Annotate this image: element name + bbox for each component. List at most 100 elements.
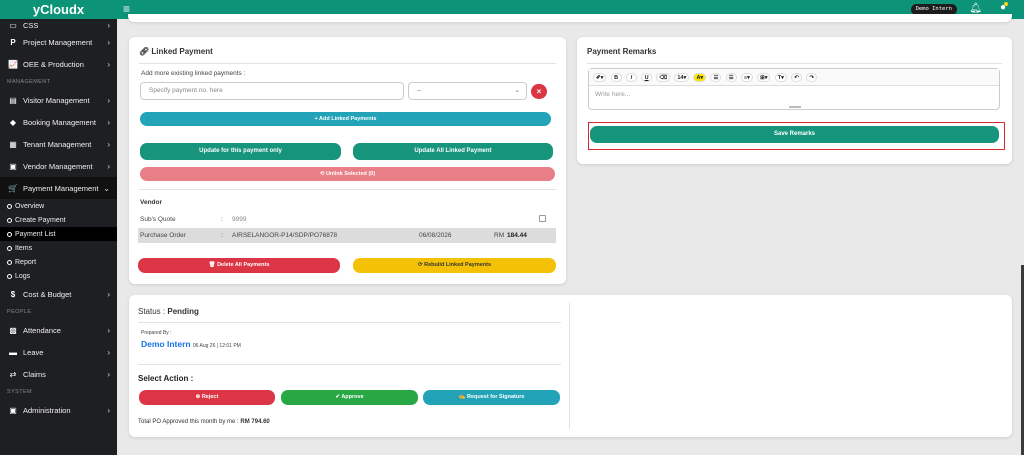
suitcase-icon: ▬ <box>9 347 17 357</box>
vertical-divider <box>569 303 570 429</box>
brand-logo[interactable]: yCloudx <box>0 0 117 19</box>
eraser-button[interactable]: ⌫ <box>656 73 671 82</box>
editor-toolbar: ✐▾ B I U ⌫ 14▾ A▾ ☰ ☰ ≡▾ ⊞▾ T▾ ↶ ↷ <box>589 69 999 86</box>
sidebar-subitem-label: Report <box>15 258 37 266</box>
chevron-right-icon: › <box>107 59 110 69</box>
sidebar-item-label: Payment Management <box>23 183 99 193</box>
sidebar-item-cost-budget[interactable]: $ Cost & Budget › <box>0 283 117 305</box>
sidebar-item-label: Vendor Management <box>23 161 93 171</box>
sidebar-subitem-overview[interactable]: Overview <box>0 199 117 213</box>
payment-no-input[interactable]: Specify payment no. here <box>140 82 404 100</box>
divider <box>587 63 1002 64</box>
underline-button[interactable]: U <box>641 73 653 82</box>
chevron-right-icon: › <box>107 139 110 149</box>
resize-handle[interactable] <box>789 106 801 108</box>
redo-button[interactable]: ↷ <box>806 73 818 82</box>
sidebar-item-project-management[interactable]: P Project Management › <box>0 31 117 53</box>
id-card-icon: ▤ <box>9 95 17 105</box>
vendor-label: Vendor <box>140 199 163 206</box>
chevron-down-icon: ⌄ <box>514 87 520 94</box>
sidebar-item-booking-management[interactable]: ◆ Booking Management › <box>0 111 117 133</box>
sidebar-item-label: Attendance <box>23 325 61 335</box>
reject-icon: ⊗ <box>195 394 201 400</box>
divider <box>139 189 556 190</box>
sidebar-item-claims[interactable]: ⇄ Claims › <box>0 363 117 385</box>
status-value: Pending <box>167 307 199 316</box>
chevron-right-icon: › <box>107 369 110 379</box>
section-management: MANAGEMENT <box>7 79 51 85</box>
table-button[interactable]: ⊞▾ <box>757 73 771 82</box>
unordered-list-button[interactable]: ☰ <box>710 73 722 82</box>
po-date: 06/08/2026 <box>419 232 452 239</box>
divider <box>138 364 561 365</box>
button-label: Request for Signature <box>466 394 525 400</box>
bold-button[interactable]: B <box>610 73 622 82</box>
update-all-linked-button[interactable]: Update All Linked Payment <box>353 143 553 160</box>
sidebar-item-css[interactable]: ▭ CSS › <box>0 19 117 31</box>
unlink-selected-button[interactable]: ⟲ Unlink Selected (0) <box>140 167 555 181</box>
add-linked-payments-button[interactable]: + Add Linked Payments <box>140 112 551 126</box>
user-icon[interactable]: ● <box>1000 2 1009 13</box>
cart-icon: 🛒 <box>8 183 18 193</box>
linked-payment-title: 🔗︎ Linked Payment <box>139 47 213 56</box>
sidebar-item-tenant-management[interactable]: ▦ Tenant Management › <box>0 133 117 155</box>
circle-icon <box>7 273 12 279</box>
prepared-by-name[interactable]: Demo Intern <box>141 339 191 349</box>
sidebar-subitem-payment-list[interactable]: Payment List <box>0 227 117 241</box>
font-color-button[interactable]: A▾ <box>693 73 707 82</box>
refresh-icon: ⟳ <box>417 262 423 268</box>
sidebar-item-label: Cost & Budget <box>23 289 72 299</box>
sidebar-item-label: Visitor Management <box>23 95 90 105</box>
sidebar-subitem-label: Items <box>15 244 33 252</box>
prepared-by-label: Prepared By : <box>141 330 172 336</box>
sidebar-item-attendance[interactable]: ▩ Attendance › <box>0 319 117 341</box>
undo-button[interactable]: ↶ <box>791 73 803 82</box>
po-number: AIRSELANGOR-P14/SDP/PO76878 <box>232 232 338 239</box>
rebuild-linked-payments-button[interactable]: ⟳ Rebuild Linked Payments <box>353 258 556 273</box>
sidebar-item-oee-production[interactable]: 📈 OEE & Production › <box>0 53 117 75</box>
italic-button[interactable]: I <box>625 73 637 82</box>
sidebar-item-payment-management[interactable]: 🛒 Payment Management ⌄ <box>0 177 117 199</box>
select-value: -- <box>417 87 422 94</box>
subs-quote-checkbox[interactable] <box>539 215 546 222</box>
purchase-order-row[interactable]: Purchase Order : AIRSELANGOR-P14/SDP/PO7… <box>138 228 556 243</box>
align-button[interactable]: ≡▾ <box>740 73 753 82</box>
po-label: Purchase Order <box>140 232 186 239</box>
line-height-button[interactable]: T▾ <box>774 73 787 82</box>
sidebar-subitem-label: Overview <box>15 202 45 210</box>
ordered-list-button[interactable]: ☰ <box>725 73 737 82</box>
sidebar-item-label: Leave <box>23 347 44 357</box>
sidebar-item-vendor-management[interactable]: ▣ Vendor Management › <box>0 155 117 177</box>
sidebar-item-visitor-management[interactable]: ▤ Visitor Management › <box>0 89 117 111</box>
building-icon: ▦ <box>9 139 17 149</box>
save-remarks-button[interactable]: Save Remarks <box>590 126 999 143</box>
clear-button[interactable]: × <box>531 84 547 99</box>
payment-remarks-card: Payment Remarks ✐▾ B I U ⌫ 14▾ A▾ ☰ ☰ ≡▾… <box>577 37 1012 164</box>
font-size-button[interactable]: 14▾ <box>674 73 690 82</box>
sidebar-subitem-items[interactable]: Items <box>0 241 117 255</box>
update-this-payment-button[interactable]: Update for this payment only <box>140 143 341 160</box>
chevron-right-icon: › <box>107 37 110 47</box>
sidebar-subitem-report[interactable]: Report <box>0 255 117 269</box>
approve-button[interactable]: ✔ Approve <box>281 390 418 405</box>
delete-all-payments-button[interactable]: 🗑︎ Delete All Payments <box>138 258 340 273</box>
style-button[interactable]: ✐▾ <box>593 73 607 82</box>
editor-textarea[interactable]: Write here... <box>589 86 999 103</box>
arrows-icon: ⇄ <box>9 369 17 379</box>
trash-icon: 🗑︎ <box>208 262 216 268</box>
chart-line-icon: 📈 <box>8 59 18 69</box>
sidebar-item-label: Administration <box>23 405 71 415</box>
sidebar-item-administration[interactable]: ▣ Administration › <box>0 399 117 421</box>
bell-icon[interactable]: 🔔︎ <box>969 3 982 14</box>
sidebar-subitem-logs[interactable]: Logs <box>0 269 117 283</box>
status-card: Status : Pending Prepared By : Demo Inte… <box>129 295 1012 437</box>
square-icon: ▭ <box>9 20 17 30</box>
sidebar-item-leave[interactable]: ▬ Leave › <box>0 341 117 363</box>
reject-button[interactable]: ⊗ Reject <box>139 390 275 405</box>
linked-payment-select[interactable]: -- ⌄ <box>408 82 527 100</box>
button-label: Rebuild Linked Payments <box>424 262 492 268</box>
request-signature-button[interactable]: ✍ Request for Signature <box>423 390 560 405</box>
button-label: Reject <box>201 394 219 400</box>
sidebar-subitem-create-payment[interactable]: Create Payment <box>0 213 117 227</box>
circle-icon <box>7 259 12 265</box>
